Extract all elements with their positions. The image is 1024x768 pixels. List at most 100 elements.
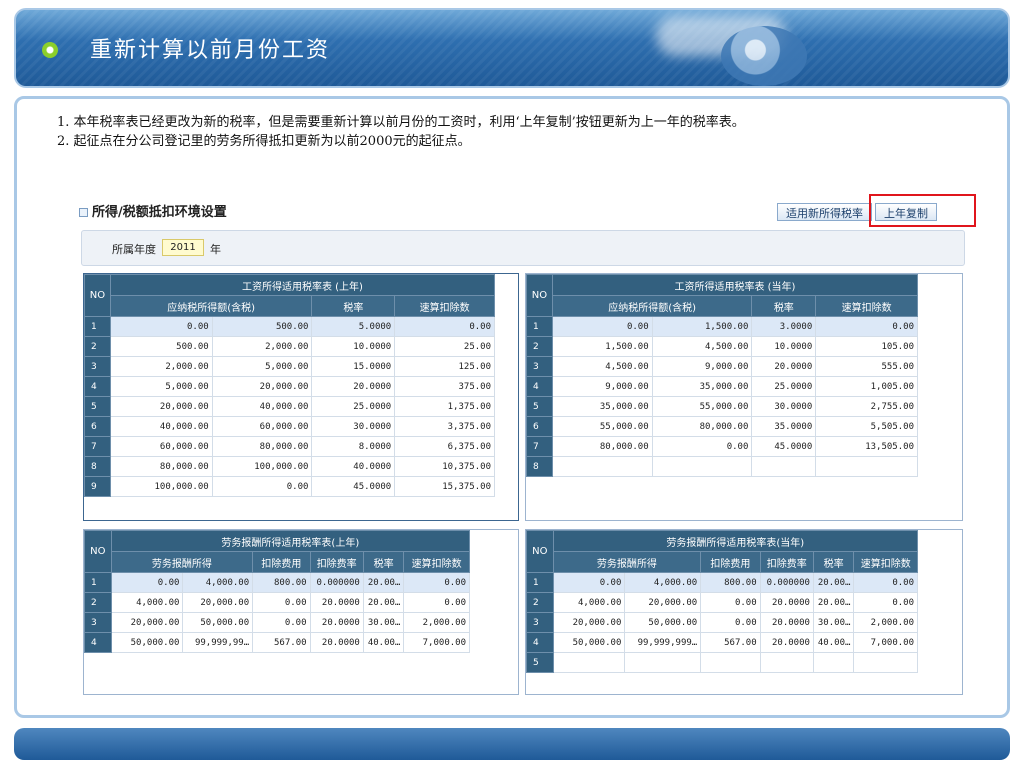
row-number-cell[interactable]: 5 (526, 396, 553, 417)
table-cell[interactable]: 40.00… (362, 632, 405, 653)
table-cell[interactable]: 555.00 (815, 356, 918, 377)
table-cell[interactable]: 4,000.00 (182, 572, 254, 593)
row-number-cell[interactable]: 1 (84, 572, 112, 593)
table-cell[interactable]: 0.00 (651, 436, 753, 457)
table-cell[interactable]: 20.0000 (759, 592, 814, 613)
table-cell[interactable]: 80,000.00 (211, 436, 313, 457)
row-number-cell[interactable]: 1 (526, 572, 554, 593)
table-cell[interactable]: 0.00 (110, 572, 184, 593)
table-cell[interactable] (853, 652, 918, 673)
table-cell[interactable]: 0.00 (700, 592, 761, 613)
row-number-cell[interactable]: 6 (526, 416, 553, 437)
table-cell[interactable]: 5.0000 (311, 316, 396, 337)
table-row[interactable]: 2 4,000.00 20,000.00 0.00 20.0000 20.00… 0.00 (526, 592, 918, 613)
row-number-cell[interactable]: 4 (526, 632, 554, 653)
row-number-cell[interactable]: 4 (84, 376, 111, 397)
table-cell[interactable]: 800.00 (700, 572, 761, 593)
table-cell[interactable]: 35,000.00 (551, 396, 653, 417)
table-cell[interactable]: 20.00… (812, 572, 855, 593)
row-number-cell[interactable]: 4 (526, 376, 553, 397)
row-number-cell[interactable]: 1 (84, 316, 111, 337)
table-cell[interactable] (759, 652, 814, 673)
row-number-cell[interactable]: 2 (84, 592, 112, 613)
table-cell[interactable]: 20.0000 (759, 612, 814, 633)
table-cell[interactable]: 99,999,999… (624, 632, 702, 653)
table-cell[interactable]: 45.0000 (751, 436, 817, 457)
row-number-cell[interactable]: 3 (84, 356, 111, 377)
table-row[interactable]: 1 0.00 4,000.00 800.00 0.000000 20.00… 0.00 (84, 572, 470, 593)
table-cell[interactable]: 0.00 (853, 572, 918, 593)
table-cell[interactable]: 80,000.00 (651, 416, 753, 437)
table-cell[interactable]: 9,000.00 (551, 376, 653, 397)
table-cell[interactable] (552, 652, 626, 673)
table-cell[interactable]: 20.00… (362, 572, 405, 593)
table-cell[interactable]: 20,000.00 (552, 612, 626, 633)
table-cell[interactable]: 5,000.00 (211, 356, 313, 377)
apply-new-tax-rate-button[interactable]: 适用新所得税率 (777, 203, 872, 221)
table-cell[interactable]: 30.0000 (311, 416, 396, 437)
row-number-cell[interactable]: 6 (84, 416, 111, 437)
table-cell[interactable]: 15,375.00 (394, 476, 495, 497)
table-cell[interactable] (812, 652, 855, 673)
table-cell[interactable]: 4,000.00 (110, 592, 184, 613)
table-cell[interactable]: 1,500.00 (651, 316, 753, 337)
row-number-cell[interactable]: 4 (84, 632, 112, 653)
table-cell[interactable]: 20.0000 (759, 632, 814, 653)
table-cell[interactable]: 55,000.00 (551, 416, 653, 437)
table-row[interactable]: 1 0.00 4,000.00 800.00 0.000000 20.00… 0.00 (526, 572, 918, 593)
table-cell[interactable]: 50,000.00 (552, 632, 626, 653)
row-number-cell[interactable]: 2 (84, 336, 111, 357)
table-row[interactable]: 2 1,500.00 4,500.00 10.0000 105.00 (526, 336, 918, 357)
table-cell[interactable]: 567.00 (252, 632, 311, 653)
table-row[interactable]: 8 80,000.00 100,000.00 40.0000 10,375.00 (84, 456, 495, 477)
table-row[interactable]: 4 50,000.00 99,999,99… 567.00 20.0000 40.00… 7… (84, 632, 470, 653)
row-number-cell[interactable]: 1 (526, 316, 553, 337)
row-number-cell[interactable]: 2 (526, 336, 553, 357)
table-cell[interactable]: 800.00 (252, 572, 311, 593)
table-cell[interactable]: 0.000000 (309, 572, 364, 593)
table-cell[interactable]: 567.00 (700, 632, 761, 653)
row-number-cell[interactable]: 3 (526, 356, 553, 377)
table-cell[interactable]: 20,000.00 (211, 376, 313, 397)
table-cell[interactable]: 35.0000 (751, 416, 817, 437)
table-cell[interactable]: 20.0000 (309, 612, 364, 633)
table-cell[interactable]: 0.00 (815, 316, 918, 337)
table-cell[interactable]: 0.00 (551, 316, 653, 337)
table-cell[interactable]: 7,000.00 (403, 632, 470, 653)
table-cell[interactable]: 20.0000 (751, 356, 817, 377)
table-row[interactable]: 2 500.00 2,000.00 10.0000 25.00 (84, 336, 495, 357)
table-cell[interactable]: 1,500.00 (551, 336, 653, 357)
row-number-cell[interactable]: 8 (84, 456, 111, 477)
row-number-cell[interactable]: 7 (84, 436, 111, 457)
table-cell[interactable]: 15.0000 (311, 356, 396, 377)
table-cell[interactable]: 10,375.00 (394, 456, 495, 477)
table-cell[interactable]: 3,375.00 (394, 416, 495, 437)
table-cell[interactable]: 0.00 (394, 316, 495, 337)
table-cell[interactable]: 375.00 (394, 376, 495, 397)
table-cell[interactable]: 50,000.00 (182, 612, 254, 633)
row-number-cell[interactable]: 8 (526, 456, 553, 477)
table-cell[interactable]: 30.00… (812, 612, 855, 633)
table-row[interactable]: 4 50,000.00 99,999,999… 567.00 20.0000 40.00…… (526, 632, 918, 653)
table-cell[interactable]: 3.0000 (751, 316, 817, 337)
table-cell[interactable]: 8.0000 (311, 436, 396, 457)
table-cell[interactable]: 50,000.00 (624, 612, 702, 633)
table-cell[interactable]: 25.00 (394, 336, 495, 357)
table-cell[interactable]: 40,000.00 (211, 396, 313, 417)
table-cell[interactable]: 40.00… (812, 632, 855, 653)
table-cell[interactable]: 20,000.00 (109, 396, 213, 417)
table-cell[interactable]: 7,000.00 (853, 632, 918, 653)
table-cell[interactable]: 5,000.00 (109, 376, 213, 397)
row-number-cell[interactable]: 3 (526, 612, 554, 633)
table-cell[interactable]: 13,505.00 (815, 436, 918, 457)
table-cell[interactable]: 2,000.00 (109, 356, 213, 377)
table-cell[interactable]: 0.00 (552, 572, 626, 593)
table-cell[interactable]: 35,000.00 (651, 376, 753, 397)
table-cell[interactable]: 20.00… (362, 592, 405, 613)
table-row[interactable]: 5 (526, 652, 918, 673)
table-cell[interactable]: 6,375.00 (394, 436, 495, 457)
table-cell[interactable] (624, 652, 702, 673)
table-cell[interactable]: 10.0000 (751, 336, 817, 357)
table-cell[interactable]: 4,000.00 (624, 572, 702, 593)
table-row[interactable]: 6 55,000.00 80,000.00 35.0000 5,505.00 (526, 416, 918, 437)
